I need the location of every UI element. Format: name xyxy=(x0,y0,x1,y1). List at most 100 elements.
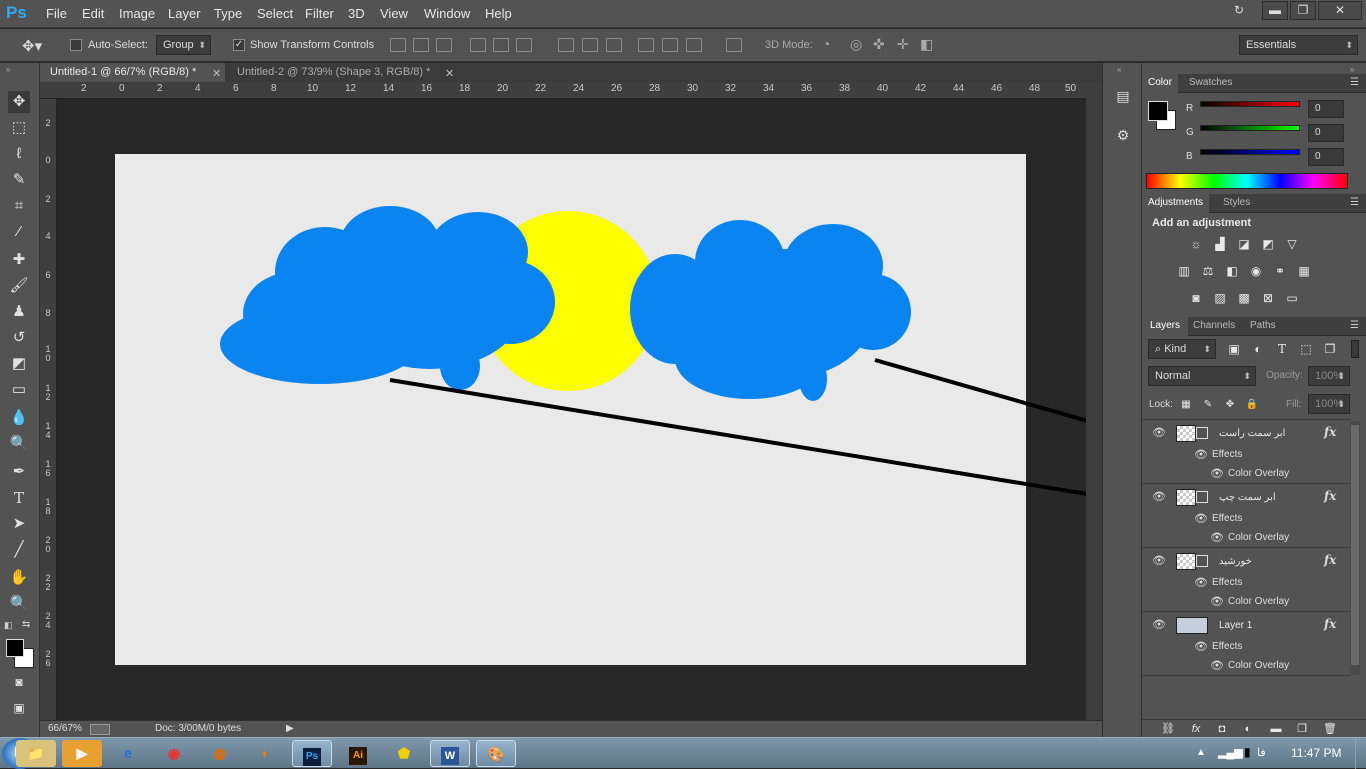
new-layer-icon[interactable]: ❐ xyxy=(1294,722,1310,736)
layer-name[interactable]: ابر سمت چپ xyxy=(1219,492,1276,503)
visibility-eye-icon[interactable]: 👁 xyxy=(1152,554,1166,567)
invert-icon[interactable]: ◙ xyxy=(1188,291,1204,305)
status-menu-arrow-icon[interactable]: ▶ xyxy=(286,723,294,734)
zoom-level[interactable]: 66/67% xyxy=(48,723,82,734)
quick-mask-icon[interactable]: ◙ xyxy=(8,671,30,693)
green-slider[interactable] xyxy=(1200,125,1300,131)
swap-colors-icon[interactable]: ⇆ xyxy=(22,619,30,630)
vertical-scrollbar[interactable] xyxy=(1086,82,1102,720)
dodge-tool-icon[interactable]: 🔍 xyxy=(8,433,30,455)
layer-row[interactable]: 👁 Layer 1 fx 👁 Effects 👁 Color Overlay xyxy=(1142,612,1350,676)
filter-kind-dropdown[interactable]: ⌕ Kind xyxy=(1148,339,1216,359)
marquee-tool-icon[interactable]: ⬚ xyxy=(8,117,30,139)
align-hcenter-icon[interactable] xyxy=(493,38,509,52)
3d-rotate-icon[interactable]: ◔ xyxy=(822,36,830,52)
path-selection-tool-icon[interactable]: ➤ xyxy=(8,513,30,535)
lasso-tool-icon[interactable]: ℓ xyxy=(8,143,30,165)
layer-name[interactable]: Layer 1 xyxy=(1219,620,1252,631)
healing-brush-tool-icon[interactable]: ✚ xyxy=(8,249,30,271)
layer-row[interactable]: 👁 خورشید fx 👁 Effects 👁 Color Overlay xyxy=(1142,548,1350,612)
paint-icon[interactable]: 🎨 xyxy=(476,740,516,767)
fg-color-swatch[interactable] xyxy=(1148,101,1168,121)
history-brush-tool-icon[interactable]: ↺ xyxy=(8,327,30,349)
filter-smart-object-icon[interactable]: ❐ xyxy=(1322,342,1338,356)
language-indicator[interactable]: فا xyxy=(1257,746,1266,759)
fx-icon[interactable]: fx xyxy=(1324,489,1336,503)
internet-explorer-icon[interactable]: e xyxy=(108,740,148,767)
red-slider[interactable] xyxy=(1200,101,1300,107)
media-player-icon[interactable]: ▶ xyxy=(62,740,102,767)
lock-pixels-icon[interactable]: ✎ xyxy=(1200,398,1216,412)
menu-window[interactable]: Window xyxy=(424,6,470,21)
lock-position-icon[interactable]: ✥ xyxy=(1222,398,1238,412)
align-right-icon[interactable] xyxy=(516,38,532,52)
vibrance-icon[interactable]: ▽ xyxy=(1284,237,1300,251)
channel-mixer-icon[interactable]: ⚭ xyxy=(1272,264,1288,278)
distribute-hcenter-icon[interactable] xyxy=(662,38,678,52)
visibility-eye-icon[interactable]: 👁 xyxy=(1152,618,1166,631)
panel-menu-icon[interactable]: ☰ xyxy=(1350,320,1359,331)
lock-all-icon[interactable]: 🔒 xyxy=(1244,398,1260,412)
fx-icon[interactable]: fx xyxy=(1324,425,1336,439)
hand-tool-icon[interactable]: ✋ xyxy=(8,567,30,589)
quick-select-tool-icon[interactable]: ✎ xyxy=(8,169,30,191)
distribute-right-icon[interactable] xyxy=(686,38,702,52)
expand-icon[interactable]: « xyxy=(1117,65,1121,74)
visibility-eye-icon[interactable]: 👁 xyxy=(1152,426,1166,439)
chrome-icon[interactable]: ◉ xyxy=(154,740,194,767)
pen-tool-icon[interactable]: ✒ xyxy=(8,461,30,483)
fx-icon[interactable]: fx xyxy=(1324,617,1336,631)
file-explorer-icon[interactable]: 📁 xyxy=(16,740,56,767)
layer-name[interactable]: ابر سمت راست xyxy=(1219,428,1285,439)
layers-scroll-thumb[interactable] xyxy=(1351,425,1359,665)
blue-slider[interactable] xyxy=(1200,149,1300,155)
blue-value[interactable]: 0 xyxy=(1308,148,1344,166)
screen-mode-icon[interactable]: ▣ xyxy=(8,697,30,719)
selective-color-icon[interactable]: ⊠ xyxy=(1260,291,1276,305)
posterize-icon[interactable]: ▨ xyxy=(1212,291,1228,305)
distribute-bottom-icon[interactable] xyxy=(606,38,622,52)
tab-close-icon[interactable]: ✕ xyxy=(445,67,454,80)
tab-adjustments[interactable]: Adjustments xyxy=(1142,194,1210,213)
move-tool-preset-icon[interactable]: ✥▾ xyxy=(22,37,42,55)
filter-adjustment-icon[interactable]: ◐ xyxy=(1250,342,1266,356)
properties-panel-icon[interactable]: ⚙ xyxy=(1113,127,1133,147)
move-tool-icon[interactable]: ✥ xyxy=(8,91,30,113)
menu-edit[interactable]: Edit xyxy=(82,6,104,21)
tab-layers[interactable]: Layers xyxy=(1142,317,1189,336)
tab-channels[interactable]: Channels xyxy=(1193,320,1235,331)
app-icon[interactable]: ⬟ xyxy=(384,740,424,767)
tab-untitled-2[interactable]: Untitled-2 @ 73/9% (Shape 3, RGB/8) * xyxy=(227,63,457,82)
foreground-color-swatch[interactable] xyxy=(6,639,24,657)
tab-close-icon[interactable]: ✕ xyxy=(212,67,221,80)
restore-button[interactable]: ❐ xyxy=(1290,1,1316,20)
filter-pixel-icon[interactable]: ▣ xyxy=(1226,342,1242,356)
overlay-eye-icon[interactable]: 👁 xyxy=(1210,467,1224,480)
effects-eye-icon[interactable]: 👁 xyxy=(1194,576,1208,589)
align-bottom-icon[interactable] xyxy=(436,38,452,52)
filter-type-icon[interactable]: T xyxy=(1274,342,1290,356)
lock-transparency-icon[interactable]: ▦ xyxy=(1178,398,1194,412)
new-group-icon[interactable]: ▬ xyxy=(1268,722,1284,736)
blend-mode-dropdown[interactable]: Normal xyxy=(1148,366,1256,386)
3d-slide-icon[interactable]: ✛ xyxy=(897,36,909,53)
brightness-icon[interactable]: ☼ xyxy=(1188,237,1204,251)
effects-eye-icon[interactable]: 👁 xyxy=(1194,448,1208,461)
tab-styles[interactable]: Styles xyxy=(1223,197,1250,208)
link-layers-icon[interactable]: ⛓ xyxy=(1160,722,1176,736)
layer-row[interactable]: 👁 ابر سمت چپ fx 👁 Effects 👁 Color Overla… xyxy=(1142,484,1350,548)
threshold-icon[interactable]: ▩ xyxy=(1236,291,1252,305)
filter-toggle[interactable] xyxy=(1351,340,1359,358)
clock[interactable]: 11:47 PM xyxy=(1291,746,1341,760)
photoshop-taskbar-icon[interactable]: Ps xyxy=(292,740,332,767)
show-desktop-button[interactable] xyxy=(1355,738,1366,769)
tab-untitled-1[interactable]: Untitled-1 @ 66/7% (RGB/8) * xyxy=(40,63,225,82)
align-top-icon[interactable] xyxy=(390,38,406,52)
sync-icon[interactable]: ↻ xyxy=(1234,3,1248,17)
menu-layer[interactable]: Layer xyxy=(168,6,201,21)
menu-image[interactable]: Image xyxy=(119,6,155,21)
add-style-icon[interactable]: fx xyxy=(1188,722,1204,736)
type-tool-icon[interactable]: T xyxy=(8,487,30,509)
gradient-map-icon[interactable]: ▭ xyxy=(1284,291,1300,305)
default-colors-icon[interactable]: ◧ xyxy=(4,620,13,631)
